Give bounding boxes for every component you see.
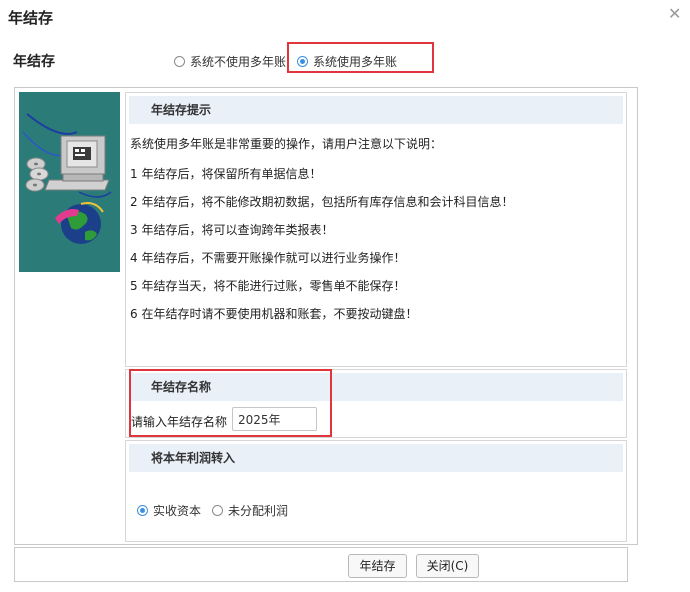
tip-line: 1 年结存后，将保留所有单据信息！ [130, 167, 322, 181]
radio-label: 系统使用多年账 [313, 55, 398, 69]
radio-multi-year[interactable]: 系统使用多年账 [297, 53, 397, 70]
radio-selected-icon [137, 505, 148, 516]
radio-label: 实收资本 [153, 504, 202, 518]
close-button[interactable]: 关闭(C) [416, 554, 479, 578]
tip-line: 5 年结存当天，将不能进行过账，零售单不能保存！ [130, 279, 406, 293]
radio-selected-icon [297, 56, 308, 67]
tips-intro: 系统使用多年账是非常重要的操作，请用户注意以下说明： [130, 137, 443, 151]
radio-no-multi-year[interactable]: 系统不使用多年账 [174, 53, 286, 70]
tip-line: 4 年结存后，不需要开账操作就可以进行业务操作！ [130, 251, 406, 265]
radio-label: 未分配利润 [228, 504, 289, 518]
tip-line: 6 在年结存时请不要使用机器和账套，不要按动键盘！ [130, 307, 418, 321]
tip-line: 2 年结存后，将不能修改期初数据，包括所有库存信息和会计科目信息！ [130, 195, 514, 209]
tips-header: 年结存提示 [129, 96, 623, 124]
radio-circle-icon [174, 56, 185, 67]
computer-illustration [19, 92, 120, 272]
radio-paid-in-capital[interactable]: 实收资本 [137, 502, 201, 519]
year-end-label: 年结存 [13, 54, 55, 70]
profit-panel: 将本年利润转入 [125, 440, 627, 542]
close-icon[interactable]: ✕ [668, 6, 681, 22]
radio-label: 系统不使用多年账 [190, 55, 287, 69]
year-end-button[interactable]: 年结存 [348, 554, 407, 578]
footer-panel [14, 547, 628, 582]
tip-line: 3 年结存后，将可以查询跨年类报表！ [130, 223, 334, 237]
dialog-title: 年结存 [8, 9, 54, 27]
radio-undistributed-profit[interactable]: 未分配利润 [212, 502, 288, 519]
radio-circle-icon [212, 505, 223, 516]
highlight-box-name [129, 369, 332, 437]
profit-header: 将本年利润转入 [129, 444, 623, 472]
